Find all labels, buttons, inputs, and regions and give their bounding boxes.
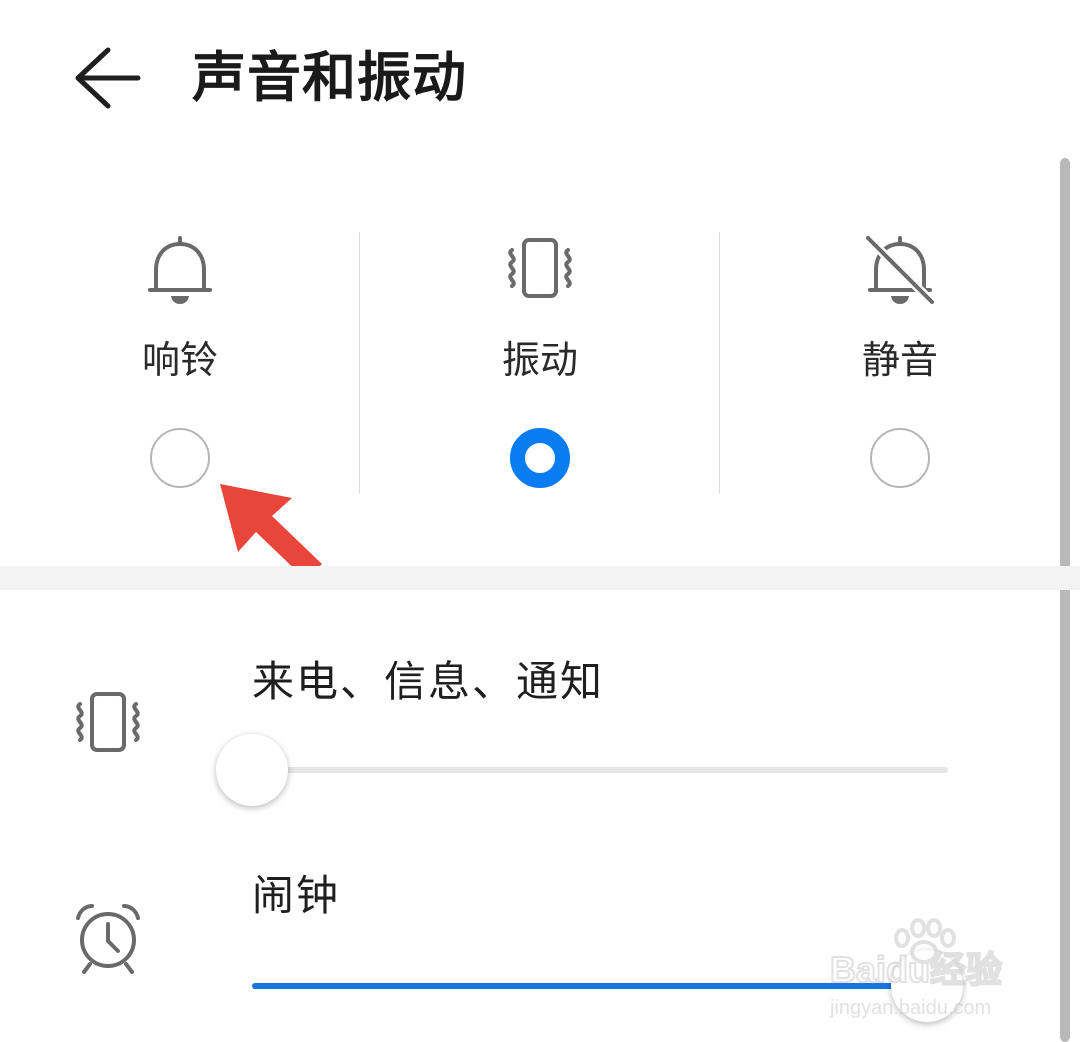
vibrate-phone-icon: [68, 682, 148, 762]
mode-vibrate-label: 振动: [501, 338, 578, 382]
mode-silent-radio[interactable]: [870, 428, 930, 488]
mode-ring[interactable]: 响铃: [0, 232, 360, 494]
mode-ring-radio[interactable]: [150, 428, 210, 488]
back-button[interactable]: [68, 38, 148, 118]
mode-silent[interactable]: 静音: [720, 232, 1080, 494]
mode-silent-label: 静音: [861, 338, 938, 382]
page-title: 声音和振动: [192, 46, 467, 109]
notification-vibration-title: 来电、信息、通知: [252, 657, 605, 706]
watermark-text: Baidu经验: [830, 949, 1002, 990]
back-arrow-icon: [75, 47, 141, 109]
baidu-jingyan-watermark: Baidu经验 jingyan.baidu.com: [826, 916, 1026, 1026]
alarm-clock-icon: [68, 898, 148, 978]
bell-icon: [140, 232, 220, 308]
header: 声音和振动: [0, 0, 1080, 160]
sound-and-vibration-screen: 声音和振动 响铃 振动 静音 来电、信息、通知 闹钟 Baidu经验 jingy…: [0, 0, 1080, 1042]
watermark-url: jingyan.baidu.com: [829, 997, 991, 1019]
mode-vibrate-radio[interactable]: [510, 428, 570, 488]
mode-vibrate[interactable]: 振动: [360, 232, 720, 494]
sound-mode-selector: 响铃 振动 静音: [0, 232, 1080, 494]
mode-ring-label: 响铃: [141, 338, 218, 382]
bell-off-icon: [860, 232, 940, 308]
vibrate-phone-icon: [500, 232, 580, 308]
section-divider: [0, 566, 1080, 590]
notification-vibration-slider-thumb[interactable]: [216, 734, 288, 806]
notification-vibration-slider[interactable]: [252, 767, 948, 773]
alarm-vibration-title: 闹钟: [252, 871, 341, 920]
